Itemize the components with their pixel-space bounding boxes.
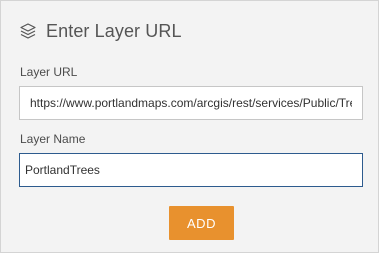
layer-name-input[interactable] (19, 153, 363, 187)
panel-title: Enter Layer URL (46, 20, 182, 41)
layer-name-label: Layer Name (20, 132, 86, 146)
panel-header: Enter Layer URL (18, 17, 182, 45)
layer-url-input[interactable] (19, 86, 363, 120)
layers-icon (18, 21, 38, 41)
layer-url-label: Layer URL (20, 65, 78, 79)
add-button[interactable]: ADD (169, 206, 234, 240)
enter-layer-url-panel: Enter Layer URL Layer URL Layer Name ADD (0, 0, 379, 253)
